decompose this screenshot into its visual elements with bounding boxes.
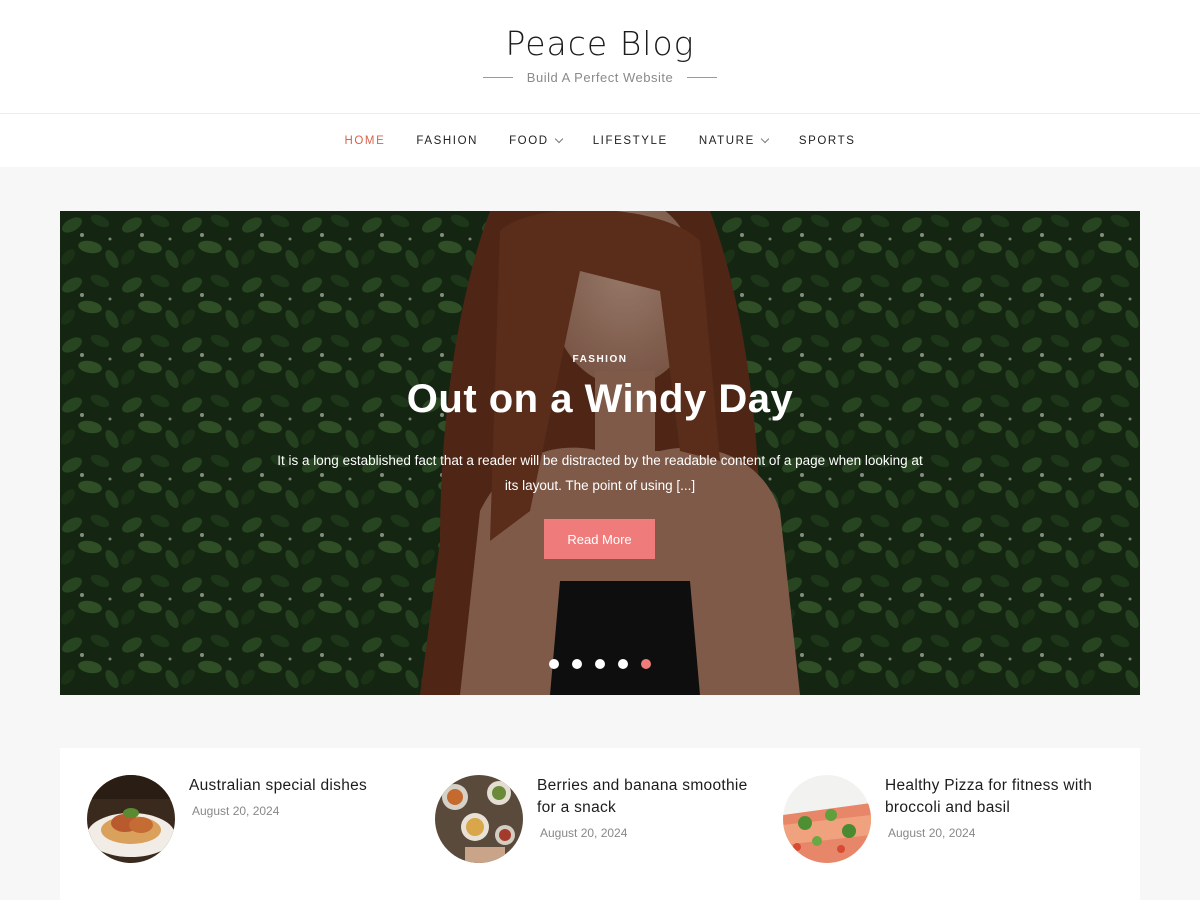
- post-thumbnail[interactable]: [783, 775, 871, 863]
- site-tagline: Build A Perfect Website: [526, 70, 674, 85]
- site-header: Peace Blog Build A Perfect Website: [0, 0, 1200, 114]
- nav-label: HOME: [344, 134, 386, 147]
- nav-label: FOOD: [509, 134, 549, 147]
- nav-item-lifestyle[interactable]: LIFESTYLE: [593, 135, 668, 147]
- nav-label: SPORTS: [798, 134, 856, 147]
- nav-item-food[interactable]: FOOD: [509, 134, 563, 147]
- nav-item-fashion[interactable]: FASHION: [416, 135, 478, 147]
- post-date[interactable]: August 20, 2024: [540, 826, 762, 840]
- slider-dot-3[interactable]: [595, 659, 605, 669]
- nav-label: LIFESTYLE: [592, 134, 668, 147]
- hero-content: FASHION Out on a Windy Day It is a long …: [60, 211, 1140, 695]
- chevron-down-icon: [760, 134, 770, 144]
- featured-posts: Australian special dishes August 20, 202…: [60, 748, 1140, 900]
- slider-dot-5[interactable]: [641, 659, 651, 669]
- tagline-rule-left: [482, 77, 513, 78]
- nav-item-nature[interactable]: NATURE: [698, 134, 770, 147]
- tagline-rule-right: [687, 77, 718, 78]
- read-more-button[interactable]: Read More: [544, 519, 655, 559]
- post-item: Australian special dishes August 20, 202…: [87, 775, 414, 863]
- nav-label: NATURE: [698, 134, 755, 147]
- slider-dot-4[interactable]: [618, 659, 628, 669]
- slide-category[interactable]: FASHION: [60, 354, 1140, 365]
- post-text: Australian special dishes August 20, 202…: [189, 775, 414, 863]
- post-text: Healthy Pizza for fitness with broccoli …: [885, 775, 1110, 863]
- nav-label: FASHION: [416, 134, 479, 147]
- nav-item-home[interactable]: HOME: [344, 135, 385, 147]
- slide-title[interactable]: Out on a Windy Day: [60, 377, 1140, 422]
- post-title[interactable]: Berries and banana smoothie for a snack: [537, 775, 762, 819]
- post-item: Berries and banana smoothie for a snack …: [435, 775, 762, 863]
- post-text: Berries and banana smoothie for a snack …: [537, 775, 762, 863]
- chevron-down-icon: [554, 134, 563, 144]
- tagline-wrap: Build A Perfect Website: [0, 70, 1200, 85]
- post-date[interactable]: August 20, 2024: [888, 826, 1110, 840]
- site-title[interactable]: Peace Blog: [0, 24, 1200, 63]
- slider-pagination: [60, 659, 1140, 669]
- hero-slider: FASHION Out on a Windy Day It is a long …: [60, 211, 1140, 695]
- main-nav: HOME FASHION FOOD LIFESTYLE NATURE SPORT…: [0, 114, 1200, 167]
- slide-excerpt: It is a long established fact that a rea…: [277, 453, 923, 493]
- slider-dot-2[interactable]: [572, 659, 582, 669]
- post-title[interactable]: Australian special dishes: [189, 775, 414, 797]
- post-title[interactable]: Healthy Pizza for fitness with broccoli …: [885, 775, 1110, 819]
- post-date[interactable]: August 20, 2024: [192, 804, 414, 818]
- post-item: Healthy Pizza for fitness with broccoli …: [783, 775, 1110, 863]
- post-thumbnail[interactable]: [435, 775, 523, 863]
- nav-item-sports[interactable]: SPORTS: [799, 135, 856, 147]
- slider-dot-1[interactable]: [549, 659, 559, 669]
- post-thumbnail[interactable]: [87, 775, 175, 863]
